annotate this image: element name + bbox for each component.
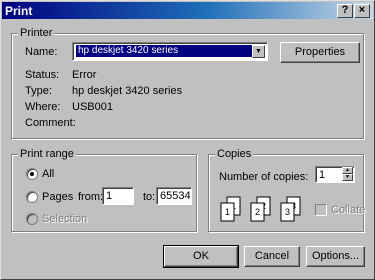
page-glyph-3b: 3	[285, 207, 290, 217]
title-bar[interactable]: Print ? ×	[2, 2, 373, 19]
printer-name-value: hp deskjet 3420 series	[76, 45, 254, 57]
printer-group: Printer Name: hp deskjet 3420 series ▼ P…	[11, 27, 364, 139]
type-label: Type:	[25, 85, 52, 97]
collate-stack-2: 2 2	[250, 196, 271, 222]
status-label: Status:	[25, 69, 60, 81]
ok-button[interactable]: OK	[163, 245, 239, 268]
page-glyph-1b: 1	[225, 207, 230, 217]
collate-stack-3: 3 3	[280, 196, 301, 222]
print-dialog: Print ? × Printer Name: hp deskjet 3420 …	[0, 0, 375, 280]
window-title: Print	[5, 3, 33, 18]
from-value: 1	[106, 190, 113, 202]
copies-input[interactable]: 1 ▲ ▼	[315, 166, 355, 183]
to-input[interactable]: 65534	[156, 187, 192, 205]
pages-label[interactable]: Pages	[42, 191, 73, 203]
status-value: Error	[72, 69, 97, 81]
selection-label[interactable]: Selection	[42, 213, 87, 225]
spin-up-icon[interactable]: ▲	[342, 167, 353, 174]
all-radio[interactable]	[26, 168, 38, 180]
cancel-button[interactable]: Cancel	[244, 246, 300, 267]
where-label: Where:	[25, 101, 61, 113]
page-glyph-2b: 2	[255, 207, 260, 217]
type-value: hp deskjet 3420 series	[72, 85, 183, 97]
print-range-group: Print range All Pages from: 1 to: 65534 …	[11, 148, 197, 232]
close-button[interactable]: ×	[354, 4, 370, 18]
to-value: 65534	[160, 190, 191, 202]
number-of-copies-label: Number of copies:	[219, 171, 309, 183]
help-button[interactable]: ?	[337, 4, 353, 18]
dropdown-arrow-icon[interactable]: ▼	[252, 45, 265, 58]
from-input[interactable]: 1	[102, 187, 134, 205]
collate-stack-1: 1 1	[220, 196, 241, 222]
pages-radio[interactable]	[26, 191, 38, 203]
properties-button[interactable]: Properties	[280, 42, 360, 63]
copies-legend: Copies	[215, 148, 254, 160]
collate-pages-icon: 1 1 2 2 3 3	[220, 196, 301, 222]
name-label: Name:	[25, 46, 58, 58]
collate-label[interactable]: Collate	[331, 204, 365, 216]
all-label[interactable]: All	[42, 168, 54, 180]
printer-legend: Printer	[18, 27, 55, 39]
options-button[interactable]: Options...	[306, 246, 365, 267]
comment-label: Comment:	[25, 117, 76, 129]
to-label: to:	[143, 191, 156, 203]
printer-name-select[interactable]: hp deskjet 3420 series ▼	[72, 42, 268, 61]
copies-value: 1	[319, 169, 326, 181]
collate-checkbox[interactable]	[315, 204, 327, 216]
from-label: from:	[78, 191, 104, 203]
spin-down-icon[interactable]: ▼	[342, 174, 353, 181]
selection-radio[interactable]	[26, 213, 38, 225]
where-value: USB001	[72, 101, 113, 113]
copies-group: Copies Number of copies: 1 ▲ ▼ 1 1 2 2 3	[208, 148, 365, 232]
print-range-legend: Print range	[18, 148, 76, 160]
